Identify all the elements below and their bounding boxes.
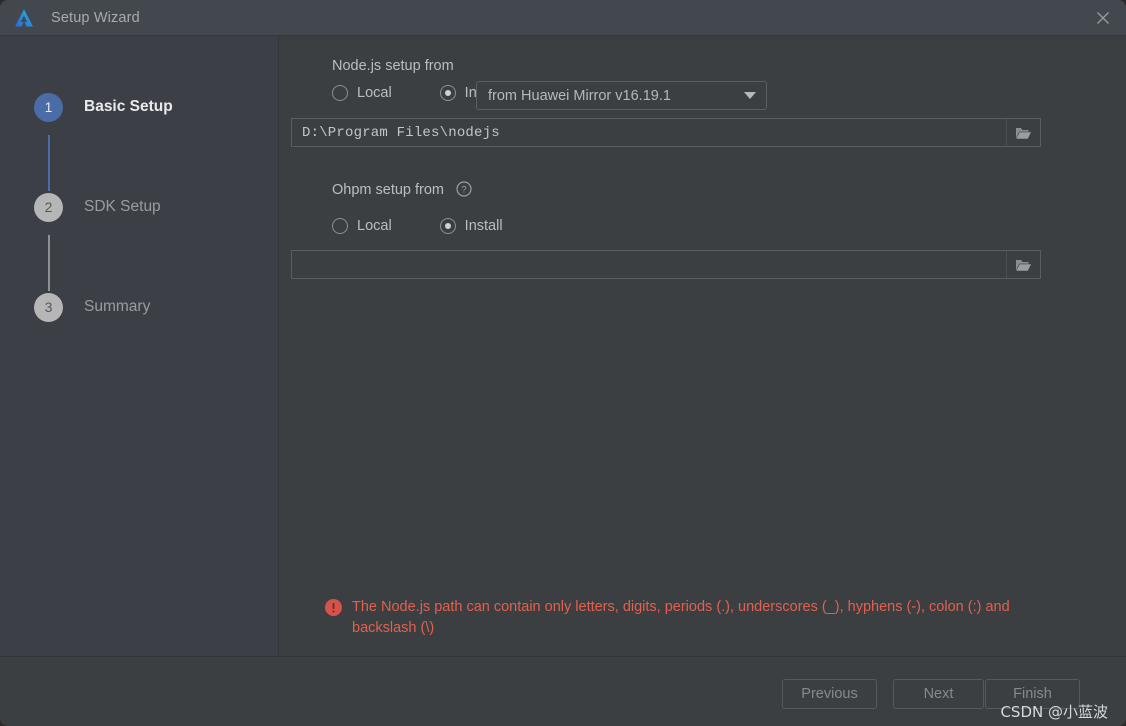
svg-text:?: ? <box>461 185 466 196</box>
ohpm-section-row: Ohpm setup from ? <box>332 181 472 201</box>
step-label-3: Summary <box>84 298 151 315</box>
nodejs-path-field[interactable]: D:\Program Files\nodejs <box>291 118 1041 147</box>
previous-button[interactable]: Previous <box>782 679 877 709</box>
sidebar-item-summary[interactable]: 3 Summary <box>34 292 150 322</box>
wizard-steps-sidebar: 1 Basic Setup 2 SDK Setup 3 Summary <box>0 36 279 656</box>
sidebar-item-sdk-setup[interactable]: 2 SDK Setup <box>34 192 161 222</box>
ohpm-path-field[interactable] <box>291 250 1041 279</box>
chevron-down-icon <box>744 92 756 99</box>
validation-error: The Node.js path can contain only letter… <box>325 597 1072 639</box>
setup-wizard-window: Setup Wizard 1 Basic Setup 2 SDK Setup 3… <box>0 0 1126 726</box>
folder-icon <box>1016 127 1031 139</box>
nodejs-mirror-select[interactable]: from Huawei Mirror v16.19.1 <box>476 81 767 110</box>
radio-local-mark <box>332 218 348 234</box>
ohpm-radio-install[interactable]: Install <box>439 218 503 234</box>
step-label-2: SDK Setup <box>84 198 161 215</box>
wizard-body: 1 Basic Setup 2 SDK Setup 3 Summary Node… <box>0 36 1126 656</box>
radio-install-mark <box>439 218 456 234</box>
radio-local-mark <box>332 85 348 101</box>
nodejs-section-label: Node.js setup from <box>332 58 454 74</box>
sidebar-item-basic-setup[interactable]: 1 Basic Setup <box>34 92 173 122</box>
nodejs-path-input[interactable]: D:\Program Files\nodejs <box>292 119 1006 146</box>
nodejs-browse-button[interactable] <box>1006 119 1040 146</box>
step-connector-1 <box>48 135 50 191</box>
step-number-1: 1 <box>34 92 63 122</box>
deveco-logo-icon <box>13 7 35 29</box>
error-circle-icon <box>325 599 342 621</box>
nodejs-mirror-value: from Huawei Mirror v16.19.1 <box>488 87 671 104</box>
ohpm-browse-button[interactable] <box>1006 251 1040 278</box>
folder-icon <box>1016 259 1031 271</box>
watermark-text: CSDN @小蓝波 <box>1000 703 1108 721</box>
ohpm-path-input[interactable] <box>292 251 1006 278</box>
step-label-1: Basic Setup <box>84 98 173 115</box>
step-number-2: 2 <box>34 192 63 222</box>
radio-install-mark <box>439 85 456 101</box>
ohpm-section-label: Ohpm setup from <box>332 182 445 198</box>
ohpm-source-radio-group: Local Install <box>332 218 503 234</box>
ohpm-radio-local-label: Local <box>357 218 392 234</box>
window-title: Setup Wizard <box>51 9 140 26</box>
help-circle-icon[interactable]: ? <box>456 181 472 201</box>
ohpm-radio-install-label: Install <box>464 218 503 234</box>
ohpm-radio-local[interactable]: Local <box>332 218 392 234</box>
step-number-3: 3 <box>34 292 63 322</box>
title-bar: Setup Wizard <box>0 0 1126 36</box>
step-connector-2 <box>48 235 50 291</box>
next-button[interactable]: Next <box>893 679 984 709</box>
wizard-main-panel: Node.js setup from Local Install from Hu… <box>279 36 1126 656</box>
wizard-footer: Previous Next Finish CSDN @小蓝波 <box>0 656 1126 726</box>
error-message: The Node.js path can contain only letter… <box>352 599 1010 636</box>
nodejs-radio-local-label: Local <box>357 85 392 101</box>
nodejs-radio-local[interactable]: Local <box>332 85 392 101</box>
close-icon[interactable] <box>1080 0 1126 36</box>
